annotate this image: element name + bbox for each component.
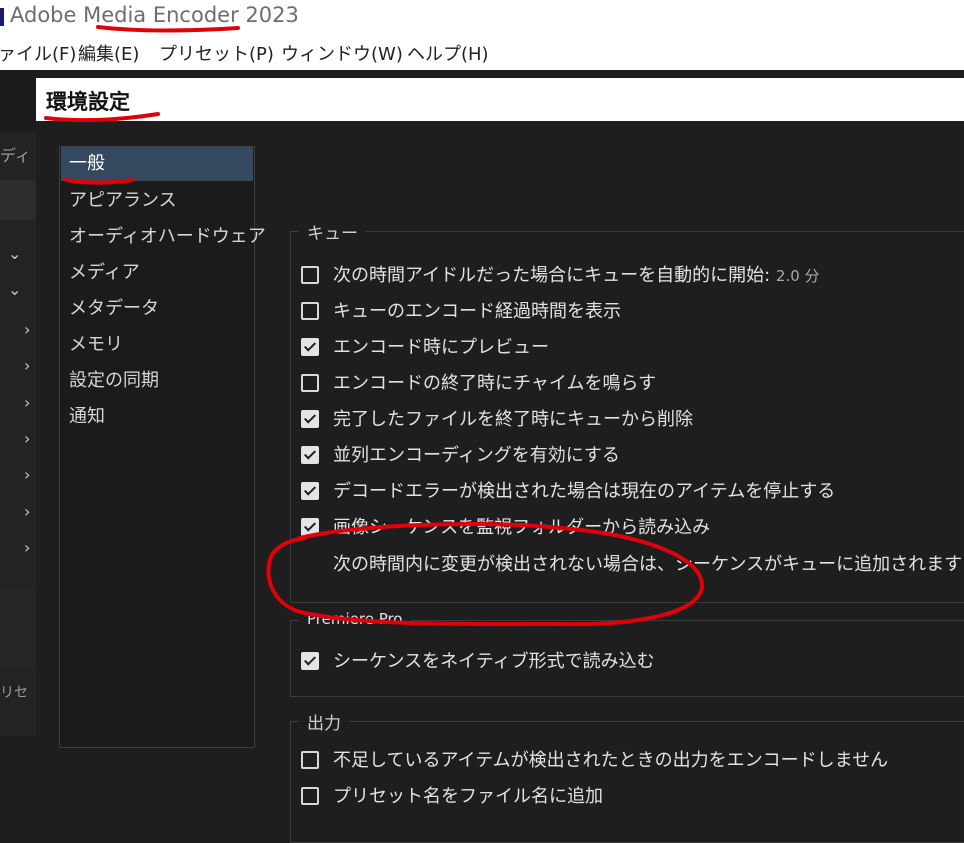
app-title: Adobe Media Encoder 2023 [10, 3, 299, 27]
checkbox-import-image-sequence[interactable] [301, 518, 319, 536]
premiere-pro-group: Premiere Pro シーケンスをネイティブ形式で読み込む [290, 610, 964, 697]
chevron-right-icon[interactable]: › [24, 502, 30, 521]
chevron-right-icon[interactable]: › [24, 356, 30, 375]
menu-window[interactable]: ウィンドウ(W) [281, 40, 403, 66]
dialog-header: 環境設定 [36, 78, 964, 121]
chevron-right-icon[interactable]: › [24, 393, 30, 412]
checkbox-parallel-encoding[interactable] [301, 446, 319, 464]
background-text: リセ [0, 685, 28, 701]
preferences-sidebar: 一般 アピアランス オーディオハードウェア メディア メタデータ メモリ 設定の… [59, 146, 266, 748]
chevron-right-icon[interactable]: › [24, 538, 30, 557]
preferences-dialog: 環境設定 一般 アピアランス オーディオハードウェア メディア メタデータ メモ… [36, 70, 964, 843]
checkbox-import-native-sequence[interactable] [301, 652, 319, 670]
sidebar-item-media[interactable]: メディア [61, 256, 253, 290]
option-label-text: 次の時間アイドルだった場合にキューを自動的に開始: [333, 265, 771, 286]
option-label: 並列エンコーディングを有効にする [333, 445, 620, 466]
background-strip [0, 70, 36, 132]
sidebar-item-memory[interactable]: メモリ [61, 328, 253, 362]
queue-group-title: キュー [299, 219, 366, 244]
option-label: プリセット名をファイル名に追加 [333, 786, 603, 807]
checkbox-auto-start-queue[interactable] [301, 266, 319, 284]
premiere-pro-group-title: Premiere Pro [299, 610, 411, 628]
option-label: デコードエラーが検出された場合は現在のアイテムを停止する [333, 481, 836, 502]
checkbox-play-chime[interactable] [301, 374, 319, 392]
preferences-content: キュー 次の時間アイドルだった場合にキューを自動的に開始: 2.0 分 キューの… [288, 146, 964, 843]
checkbox-append-preset-name[interactable] [301, 787, 319, 805]
sidebar-item-notifications[interactable]: 通知 [61, 400, 253, 434]
checkbox-show-elapsed-time[interactable] [301, 302, 319, 320]
sidebar-item-audio-hardware[interactable]: オーディオハードウェア [61, 220, 266, 254]
queue-group: キュー 次の時間アイドルだった場合にキューを自動的に開始: 2.0 分 キューの… [290, 219, 964, 603]
sequence-note: 次の時間内に変更が検出されない場合は、シーケンスがキューに追加されます： [333, 554, 964, 575]
option-label: キューのエンコード経過時間を表示 [333, 301, 621, 322]
background-text: ディ [0, 146, 31, 165]
background-panel: ディ ⌄ ⌄ › › › › › › › リセ [0, 70, 36, 736]
chevron-right-icon[interactable]: › [24, 429, 30, 448]
option-label: 不足しているアイテムが検出されたときの出力をエンコードしません [333, 750, 889, 771]
sidebar-item-appearance[interactable]: アピアランス [61, 184, 253, 218]
background-strip [0, 180, 36, 220]
dialog-title: 環境設定 [46, 90, 130, 114]
background-strip [0, 588, 36, 668]
app-icon [0, 8, 4, 26]
menu-file[interactable]: ァイル(F) [0, 40, 76, 66]
option-label: 画像シーケンスを監視フォルダーから読み込み [333, 517, 711, 538]
sidebar-item-sync-settings[interactable]: 設定の同期 [61, 364, 253, 398]
menu-preset[interactable]: プリセット(P) [159, 40, 274, 66]
chevron-down-icon[interactable]: ⌄ [8, 280, 21, 299]
sidebar-item-general[interactable]: 一般 [61, 147, 253, 181]
checkbox-stop-on-decode-error[interactable] [301, 482, 319, 500]
chevron-down-icon[interactable]: ⌄ [8, 244, 21, 263]
menu-help[interactable]: ヘルプ(H) [407, 40, 489, 66]
chevron-right-icon[interactable]: › [24, 320, 30, 339]
option-label: エンコード時にプレビュー [333, 337, 549, 358]
sidebar-item-metadata[interactable]: メタデータ [61, 292, 253, 326]
idle-time-value[interactable]: 2.0 分 [776, 267, 820, 285]
checkbox-remove-completed[interactable] [301, 410, 319, 428]
output-group: 出力 不足しているアイテムが検出されたときの出力をエンコードしません プリセット… [290, 709, 964, 843]
checkbox-preview-encoding[interactable] [301, 338, 319, 356]
option-label: シーケンスをネイティブ形式で読み込む [333, 651, 655, 672]
option-label: エンコードの終了時にチャイムを鳴らす [333, 373, 657, 394]
chevron-right-icon[interactable]: › [24, 465, 30, 484]
option-label: 完了したファイルを終了時にキューから削除 [333, 409, 693, 430]
output-group-title: 出力 [299, 709, 349, 734]
window-titlebar: Adobe Media Encoder 2023 ァイル(F) 編集(E) プリ… [0, 0, 964, 70]
option-label: 次の時間アイドルだった場合にキューを自動的に開始: 2.0 分 [333, 261, 820, 287]
menu-edit[interactable]: 編集(E) [78, 40, 139, 66]
checkbox-skip-missing-items[interactable] [301, 751, 319, 769]
